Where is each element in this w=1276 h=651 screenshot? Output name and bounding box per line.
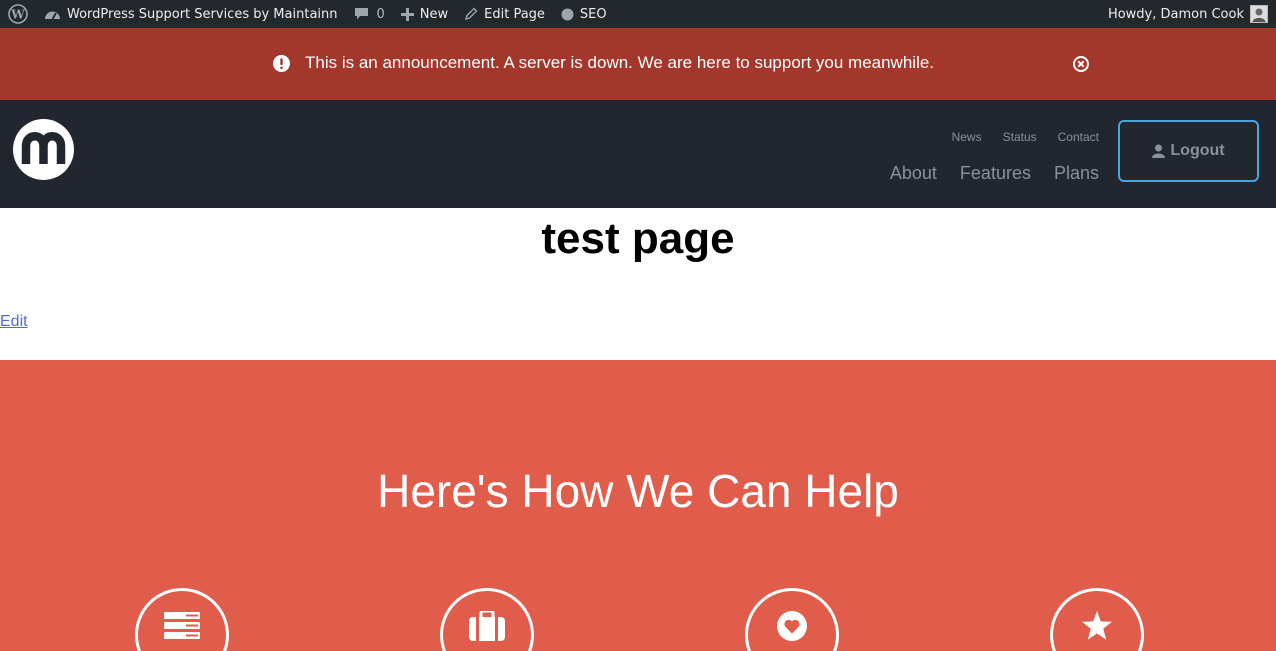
feature-star[interactable] bbox=[1050, 588, 1144, 651]
announcement-text: This is an announcement. A server is dow… bbox=[305, 53, 935, 72]
plus-icon bbox=[400, 7, 414, 21]
site-header: News Status Contact About Features Plans… bbox=[0, 100, 1276, 208]
secondary-nav: News Status Contact bbox=[931, 130, 1099, 144]
briefcase-icon bbox=[469, 611, 505, 641]
maintainn-logo-icon bbox=[13, 119, 74, 180]
nav-contact[interactable]: Contact bbox=[1058, 130, 1099, 144]
help-title: Here's How We Can Help bbox=[377, 465, 899, 517]
comments-count: 0 bbox=[376, 6, 385, 22]
nav-status[interactable]: Status bbox=[1003, 130, 1037, 144]
feature-briefcase[interactable] bbox=[440, 588, 534, 651]
feature-server[interactable] bbox=[135, 588, 229, 651]
nav-features[interactable]: Features bbox=[960, 163, 1031, 184]
pencil-icon bbox=[465, 7, 478, 21]
edit-link[interactable]: Edit bbox=[0, 313, 28, 331]
logout-button[interactable]: Logout bbox=[1118, 120, 1259, 182]
announcement-close-button[interactable] bbox=[1073, 56, 1089, 77]
edit-page-label: Edit Page bbox=[484, 6, 545, 22]
alert-icon bbox=[273, 54, 290, 72]
star-icon bbox=[1082, 611, 1112, 640]
seo-status-icon bbox=[561, 8, 574, 20]
my-account-menu[interactable]: Howdy, Damon Cook bbox=[1100, 0, 1276, 28]
help-section: Here's How We Can Help bbox=[0, 360, 1276, 651]
site-name-label: WordPress Support Services by Maintainn bbox=[67, 6, 338, 22]
site-name-menu[interactable]: WordPress Support Services by Maintainn bbox=[36, 0, 346, 28]
nav-news[interactable]: News bbox=[952, 130, 982, 144]
heart-icon bbox=[777, 611, 807, 641]
logout-label: Logout bbox=[1170, 142, 1225, 159]
wordpress-logo-icon: W bbox=[8, 4, 28, 24]
seo-label: SEO bbox=[579, 6, 607, 22]
edit-page-menu[interactable]: Edit Page bbox=[456, 0, 553, 28]
new-label: New bbox=[419, 6, 449, 22]
close-icon bbox=[1073, 56, 1089, 72]
user-avatar-icon bbox=[1252, 8, 1266, 22]
nav-plans[interactable]: Plans bbox=[1054, 163, 1099, 184]
announcement-message: This is an announcement. A server is dow… bbox=[273, 53, 934, 73]
user-icon bbox=[1152, 144, 1166, 158]
svg-text:W: W bbox=[10, 8, 25, 22]
comment-icon bbox=[354, 8, 368, 20]
wordpress-menu[interactable]: W bbox=[0, 0, 36, 28]
new-content-menu[interactable]: New bbox=[393, 0, 456, 28]
seo-menu[interactable]: SEO bbox=[553, 0, 615, 28]
server-icon bbox=[164, 612, 200, 639]
site-logo[interactable] bbox=[13, 119, 74, 185]
howdy-label: Howdy, Damon Cook bbox=[1107, 6, 1244, 22]
nav-about[interactable]: About bbox=[890, 163, 937, 184]
comments-menu[interactable]: 0 bbox=[346, 0, 393, 28]
avatar bbox=[1250, 5, 1268, 23]
primary-nav: About Features Plans bbox=[867, 163, 1099, 184]
announcement-banner: This is an announcement. A server is dow… bbox=[0, 28, 1276, 100]
dashboard-icon bbox=[45, 11, 60, 20]
feature-heart[interactable] bbox=[745, 588, 839, 651]
wp-admin-bar: W WordPress Support Services by Maintain… bbox=[0, 0, 1276, 28]
page-title: test page bbox=[541, 214, 735, 263]
